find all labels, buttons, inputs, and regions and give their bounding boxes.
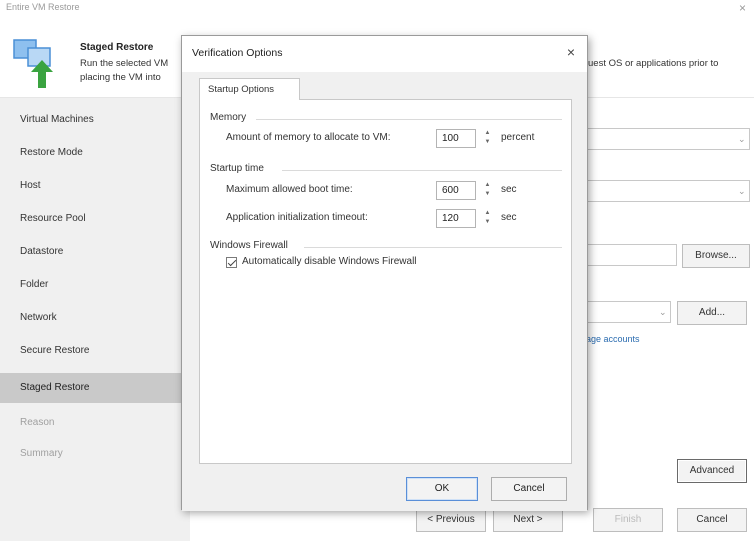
app-timeout-stepper[interactable]: ▲ ▼ xyxy=(481,209,494,228)
sidebar-item-host[interactable]: Host xyxy=(0,171,190,201)
boot-time-unit: sec xyxy=(501,184,517,195)
finish-button[interactable]: Finish xyxy=(593,508,663,532)
memory-group-label: Memory xyxy=(210,112,247,123)
sidebar-item-resource-pool[interactable]: Resource Pool xyxy=(0,204,190,234)
disable-firewall-label[interactable]: Automatically disable Windows Firewall xyxy=(242,256,417,267)
dialog-title: Verification Options xyxy=(192,47,283,59)
disable-firewall-checkbox[interactable] xyxy=(226,257,237,268)
sidebar-item-virtual-machines[interactable]: Virtual Machines xyxy=(0,105,190,135)
startup-options-panel: Memory Amount of memory to allocate to V… xyxy=(199,99,572,464)
dialog-ok-button[interactable]: OK xyxy=(406,477,478,501)
memory-unit: percent xyxy=(501,132,535,143)
chevron-up-icon[interactable]: ▲ xyxy=(481,181,494,190)
background-dropdown-1[interactable] xyxy=(586,128,750,150)
sidebar-item-folder[interactable]: Folder xyxy=(0,270,190,300)
boot-time-label: Maximum allowed boot time: xyxy=(226,184,353,195)
advanced-button[interactable]: Advanced xyxy=(677,459,747,483)
windows-firewall-group-label: Windows Firewall xyxy=(210,240,288,251)
chevron-down-icon[interactable]: ▼ xyxy=(481,190,494,199)
sidebar-item-restore-mode[interactable]: Restore Mode xyxy=(0,138,190,168)
chevron-down-icon: ⌄ xyxy=(738,186,746,196)
chevron-down-icon[interactable]: ▼ xyxy=(481,218,494,227)
header-description-line1: Run the selected VM xyxy=(80,58,169,69)
chevron-down-icon: ⌄ xyxy=(738,134,746,144)
background-dropdown-2[interactable] xyxy=(586,180,750,202)
chevron-down-icon: ⌄ xyxy=(659,307,667,317)
tab-startup-options[interactable]: Startup Options xyxy=(199,78,300,100)
sidebar-item-summary[interactable]: Summary xyxy=(0,439,190,469)
wizard-sidebar: Virtual Machines Restore Mode Host Resou… xyxy=(0,98,190,541)
app-timeout-input[interactable]: 120 xyxy=(436,209,476,228)
sidebar-item-datastore[interactable]: Datastore xyxy=(0,237,190,267)
app-timeout-unit: sec xyxy=(501,212,517,223)
memory-label: Amount of memory to allocate to VM: xyxy=(226,132,391,143)
dialog-close-icon[interactable]: × xyxy=(567,44,575,60)
chevron-up-icon[interactable]: ▲ xyxy=(481,209,494,218)
manage-accounts-link[interactable]: age accounts xyxy=(586,334,640,344)
dialog-cancel-button[interactable]: Cancel xyxy=(491,477,567,501)
boot-time-stepper[interactable]: ▲ ▼ xyxy=(481,181,494,200)
sidebar-item-reason[interactable]: Reason xyxy=(0,408,190,438)
memory-stepper[interactable]: ▲ ▼ xyxy=(481,129,494,148)
startup-time-group-label: Startup time xyxy=(210,163,264,174)
divider xyxy=(256,119,562,120)
memory-input[interactable]: 100 xyxy=(436,129,476,148)
wizard-cancel-button[interactable]: Cancel xyxy=(677,508,747,532)
staged-restore-icon xyxy=(13,39,53,88)
wizard-close-icon[interactable]: × xyxy=(739,1,746,15)
background-input[interactable] xyxy=(586,244,677,266)
dialog-titlebar: Verification Options × xyxy=(182,36,587,72)
sidebar-item-staged-restore[interactable]: Staged Restore xyxy=(0,373,190,403)
wizard-title: Entire VM Restore xyxy=(6,2,80,12)
verification-options-dialog: Verification Options × Startup Options M… xyxy=(181,35,588,511)
app-timeout-label: Application initialization timeout: xyxy=(226,212,368,223)
header-title: Staged Restore xyxy=(80,42,154,53)
sidebar-item-network[interactable]: Network xyxy=(0,303,190,333)
sidebar-item-secure-restore[interactable]: Secure Restore xyxy=(0,336,190,366)
previous-button[interactable]: < Previous xyxy=(416,508,486,532)
header-description-right: uest OS or applications prior to xyxy=(588,58,719,69)
divider xyxy=(282,170,562,171)
next-button[interactable]: Next > xyxy=(493,508,563,532)
add-button[interactable]: Add... xyxy=(677,301,747,325)
header-description-line2: placing the VM into xyxy=(80,72,161,83)
divider xyxy=(304,247,562,248)
boot-time-input[interactable]: 600 xyxy=(436,181,476,200)
chevron-up-icon[interactable]: ▲ xyxy=(481,129,494,138)
browse-button[interactable]: Browse... xyxy=(682,244,750,268)
chevron-down-icon[interactable]: ▼ xyxy=(481,138,494,147)
